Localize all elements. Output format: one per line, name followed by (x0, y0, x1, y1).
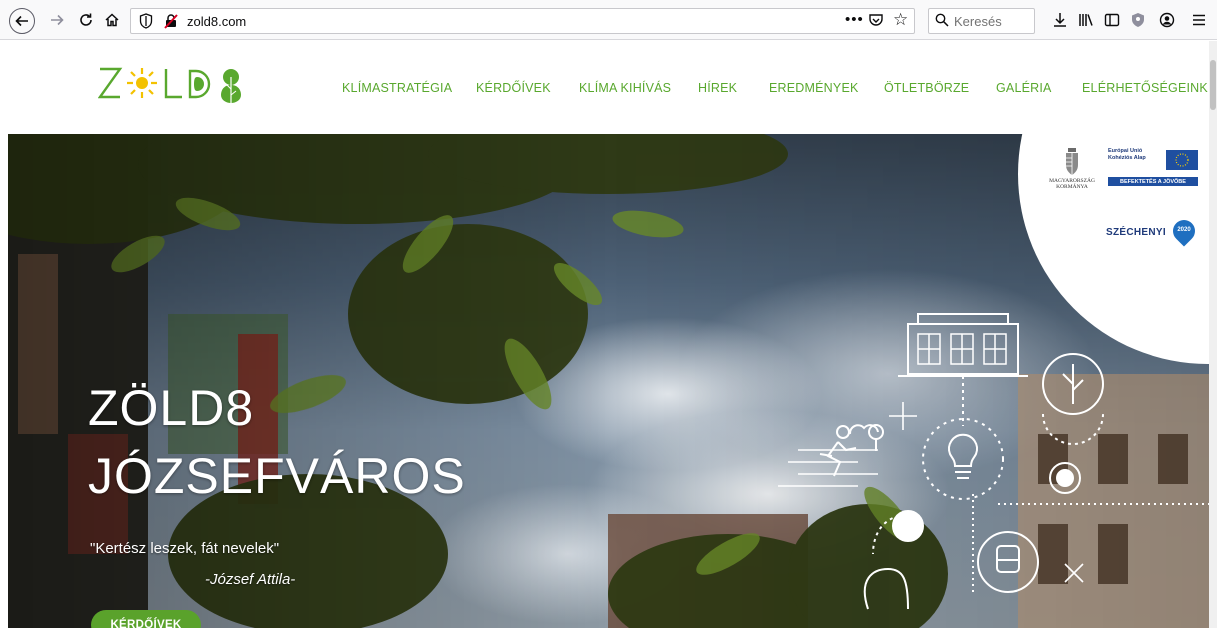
forward-button[interactable] (45, 8, 69, 32)
eu-line2: Kohéziós Alap (1108, 155, 1146, 161)
download-icon (1054, 13, 1066, 27)
nav-elerhetosegeink[interactable]: ELÉRHETŐSÉGEINK (1082, 81, 1208, 95)
nav-otletborze[interactable]: ÖTLETBÖRZE (884, 81, 969, 95)
eu-flag-icon (1166, 150, 1198, 170)
hero-quote: "Kertész leszek, fát nevelek" (90, 540, 280, 557)
szechenyi-year: 2020 (1177, 227, 1191, 233)
search-placeholder: Keresés (954, 14, 1002, 29)
nav-klima-kihivas[interactable]: KLÍMA KIHÍVÁS (579, 81, 671, 95)
page-scrollbar[interactable] (1209, 41, 1217, 628)
page-actions-icon[interactable]: ••• (845, 11, 864, 28)
gov-line2: KORMÁNYA (1056, 184, 1088, 190)
extension-button[interactable] (1126, 8, 1150, 32)
hero-title-line2: JÓZSEFVÁROS (88, 448, 466, 504)
back-button[interactable] (9, 8, 35, 34)
insecure-lock-icon[interactable] (163, 13, 179, 34)
sidebar-icon (1104, 13, 1120, 27)
hero-banner: ZÖLD8 JÓZSEFVÁROS "Kertész leszek, fát n… (8, 134, 1209, 628)
szechenyi-label: SZÉCHENYI (1106, 227, 1166, 238)
hero-title: ZÖLD8 JÓZSEFVÁROS (88, 374, 466, 510)
zold8-logo-icon (98, 67, 241, 107)
nav-galeria[interactable]: GALÉRIA (996, 81, 1052, 95)
nav-hirek[interactable]: HÍREK (698, 81, 737, 95)
eu-line1: Európai Unió (1108, 148, 1143, 154)
nav-klimastrategia[interactable]: KLÍMASTRATÉGIA (342, 81, 452, 95)
hamburger-menu-icon (1193, 14, 1205, 26)
scrollbar-thumb[interactable] (1210, 60, 1216, 110)
home-button[interactable] (100, 8, 124, 32)
account-button[interactable] (1155, 8, 1179, 32)
privacy-badger-icon (1132, 13, 1144, 27)
arrow-right-icon (51, 14, 64, 26)
url-text[interactable]: zold8.com (187, 14, 246, 29)
menu-button[interactable] (1187, 8, 1211, 32)
site-header: KLÍMASTRATÉGIA KÉRDŐÍVEK KLÍMA KIHÍVÁS H… (0, 41, 1217, 134)
kerdoivek-button[interactable]: KÉRDŐÍVEK (91, 610, 201, 628)
arrow-left-icon (15, 15, 28, 27)
tracking-shield-icon[interactable] (139, 13, 153, 34)
hero-quote-author: -József Attila- (205, 571, 296, 588)
nav-eredmenyek[interactable]: EREDMÉNYEK (769, 81, 859, 95)
library-button[interactable] (1074, 8, 1098, 32)
account-icon (1159, 12, 1175, 28)
reload-icon (80, 13, 92, 26)
browser-toolbar: zold8.com ••• ☆ Keresés (0, 0, 1217, 40)
sidebar-button[interactable] (1100, 8, 1124, 32)
hungarian-coat-of-arms-icon (1066, 148, 1078, 175)
hero-title-line1: ZÖLD8 (88, 380, 255, 436)
future-banner: BEFEKTETÉS A JÖVŐBE (1108, 177, 1198, 186)
bookmark-star-icon[interactable]: ☆ (893, 10, 908, 30)
home-icon (105, 13, 119, 27)
site-logo[interactable] (98, 63, 248, 107)
pocket-icon[interactable] (868, 12, 884, 33)
downloads-button[interactable] (1048, 8, 1072, 32)
search-icon (935, 13, 949, 32)
search-box[interactable]: Keresés (928, 8, 1035, 34)
nav-kerdoivek[interactable]: KÉRDŐÍVEK (476, 81, 551, 95)
library-icon (1079, 14, 1093, 26)
address-bar[interactable]: zold8.com ••• ☆ (130, 8, 915, 34)
reload-button[interactable] (74, 8, 98, 32)
